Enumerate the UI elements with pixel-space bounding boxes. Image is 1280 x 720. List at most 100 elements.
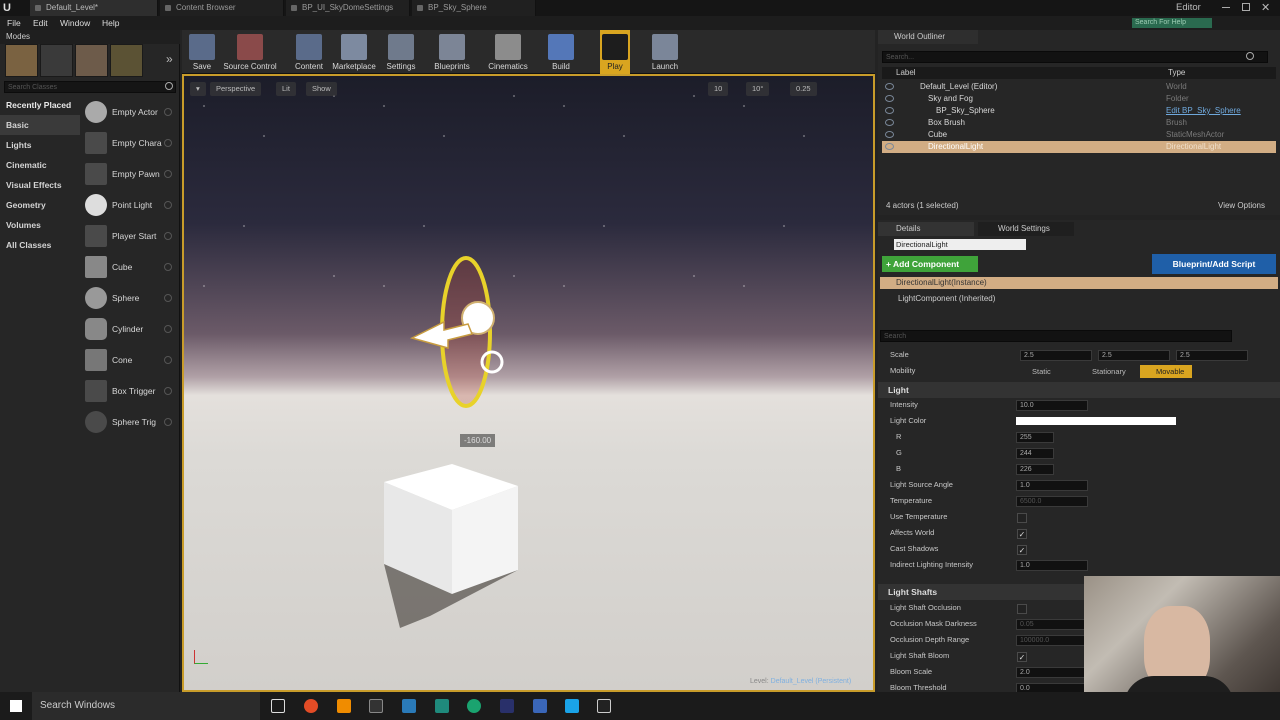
build-button[interactable]: Build <box>546 30 576 74</box>
category-visual-effects[interactable]: Visual Effects <box>0 175 80 195</box>
shaft-bloom-checkbox[interactable]: ✓ <box>1017 652 1027 662</box>
light-section[interactable]: Light <box>878 382 1280 398</box>
epic-launcher-icon[interactable] <box>369 699 383 713</box>
g-field[interactable]: 244 <box>1016 448 1054 459</box>
eye-icon[interactable] <box>885 107 894 114</box>
world-outliner-tab[interactable]: World Outliner <box>878 30 978 44</box>
place-item-sphere[interactable]: Sphere <box>82 283 178 313</box>
outliner-row[interactable]: BP_Sky_Sphere Edit BP_Sky_Sphere <box>882 105 1276 117</box>
place-item-empty-character[interactable]: Empty Chara <box>82 128 178 158</box>
indirect-intensity-field[interactable]: 1.0 <box>1016 560 1088 571</box>
mask-darkness-field[interactable]: 0.05 <box>1016 619 1088 630</box>
cast-shadows-checkbox[interactable]: ✓ <box>1017 545 1027 555</box>
component-light[interactable]: LightComponent (Inherited) <box>898 294 995 303</box>
category-all-classes[interactable]: All Classes <box>0 235 80 255</box>
show-button[interactable]: Show <box>306 82 337 96</box>
outliner-row[interactable]: Default_Level (Editor) World <box>882 81 1276 93</box>
info-icon[interactable] <box>164 232 172 240</box>
col-label[interactable]: Label <box>896 67 916 79</box>
b-field[interactable]: 226 <box>1016 464 1054 475</box>
modes-tab[interactable]: Modes <box>0 30 180 44</box>
mail-icon[interactable] <box>402 699 416 713</box>
eye-icon[interactable] <box>885 119 894 126</box>
blueprints-button[interactable]: Blueprints <box>432 30 472 74</box>
place-item-cylinder[interactable]: Cylinder <box>82 314 178 344</box>
mobility-stationary[interactable]: Stationary <box>1092 367 1126 376</box>
blueprint-add-script-button[interactable]: Blueprint/Add Script <box>1152 254 1276 274</box>
info-icon[interactable] <box>164 201 172 209</box>
info-icon[interactable] <box>164 108 172 116</box>
details-tab[interactable]: Details <box>878 222 974 236</box>
maximize-icon[interactable] <box>1242 3 1250 11</box>
task-view-icon[interactable] <box>271 699 285 713</box>
cinematics-button[interactable]: Cinematics <box>486 30 530 74</box>
details-search-input[interactable]: Search <box>880 330 1232 342</box>
place-item-player-start[interactable]: Player Start <box>82 221 178 251</box>
perspective-button[interactable]: Perspective <box>210 82 262 96</box>
world-settings-tab[interactable]: World Settings <box>978 222 1074 236</box>
photoshop-icon[interactable] <box>500 699 514 713</box>
landscape-mode-icon[interactable] <box>75 44 108 77</box>
scale-x-field[interactable]: 2.5 <box>1020 350 1092 361</box>
category-lights[interactable]: Lights <box>0 135 80 155</box>
place-mode-icon[interactable] <box>5 44 38 77</box>
scale-y-field[interactable]: 2.5 <box>1098 350 1170 361</box>
skype-icon[interactable] <box>565 699 579 713</box>
info-icon[interactable] <box>164 325 172 333</box>
marketplace-button[interactable]: Marketplace <box>330 30 378 74</box>
menu-file[interactable]: File <box>7 16 21 30</box>
tab-content-browser[interactable]: Content Browser <box>160 0 284 16</box>
depth-range-field[interactable]: 100000.0 <box>1016 635 1088 646</box>
cube-mesh[interactable] <box>380 464 530 634</box>
info-icon[interactable] <box>164 294 172 302</box>
vlc-icon[interactable] <box>337 699 351 713</box>
affects-world-checkbox[interactable]: ✓ <box>1017 529 1027 539</box>
play-button[interactable]: Play <box>600 30 630 74</box>
info-icon[interactable] <box>164 139 172 147</box>
intensity-field[interactable]: 10.0 <box>1016 400 1088 411</box>
eye-icon[interactable] <box>885 95 894 102</box>
rotation-snap-button[interactable]: 10° <box>746 82 770 96</box>
eye-icon[interactable] <box>885 83 894 90</box>
category-cinematic[interactable]: Cinematic <box>0 155 80 175</box>
category-volumes[interactable]: Volumes <box>0 215 80 235</box>
place-item-cube[interactable]: Cube <box>82 252 178 282</box>
tab-default-level[interactable]: Default_Level* <box>30 0 158 16</box>
place-item-empty-actor[interactable]: Empty Actor <box>82 97 178 127</box>
taskbar-search[interactable]: Search Windows <box>32 692 260 720</box>
chrome-icon[interactable] <box>304 699 318 713</box>
place-item-empty-pawn[interactable]: Empty Pawn <box>82 159 178 189</box>
level-viewport[interactable]: ▾ Perspective Lit Show 10 10° 0.25 -160.… <box>182 74 875 692</box>
actor-name-field[interactable]: DirectionalLight <box>894 239 1026 250</box>
source-angle-field[interactable]: 1.0 <box>1016 480 1088 491</box>
info-icon[interactable] <box>164 356 172 364</box>
edit-blueprint-link[interactable]: Edit BP_Sky_Sphere <box>1166 105 1241 117</box>
eye-icon[interactable] <box>885 131 894 138</box>
info-icon[interactable] <box>164 170 172 178</box>
category-geometry[interactable]: Geometry <box>0 195 80 215</box>
outliner-row[interactable]: Sky and Fog Folder <box>882 93 1276 105</box>
r-field[interactable]: 255 <box>1016 432 1054 443</box>
menu-edit[interactable]: Edit <box>33 16 48 30</box>
bloom-scale-field[interactable]: 2.0 <box>1016 667 1088 678</box>
place-item-box-trigger[interactable]: Box Trigger <box>82 376 178 406</box>
content-button[interactable]: Content <box>292 30 326 74</box>
info-icon[interactable] <box>164 387 172 395</box>
category-recently-placed[interactable]: Recently Placed <box>0 95 80 115</box>
scale-snap-button[interactable]: 0.25 <box>790 82 817 96</box>
menu-window[interactable]: Window <box>60 16 90 30</box>
ue-logo-icon[interactable]: U <box>3 2 15 14</box>
shaft-occlusion-checkbox[interactable] <box>1017 604 1027 614</box>
eye-icon[interactable] <box>885 143 894 150</box>
info-icon[interactable] <box>164 418 172 426</box>
info-icon[interactable] <box>164 263 172 271</box>
place-item-cone[interactable]: Cone <box>82 345 178 375</box>
temperature-field[interactable]: 6500.0 <box>1016 496 1088 507</box>
spotify-icon[interactable] <box>467 699 481 713</box>
settings-button[interactable]: Settings <box>384 30 418 74</box>
sourcetree-icon[interactable] <box>435 699 449 713</box>
menu-help[interactable]: Help <box>102 16 119 30</box>
use-temperature-checkbox[interactable] <box>1017 513 1027 523</box>
grid-snap-button[interactable]: 10 <box>708 82 729 96</box>
mobility-static[interactable]: Static <box>1032 367 1051 376</box>
